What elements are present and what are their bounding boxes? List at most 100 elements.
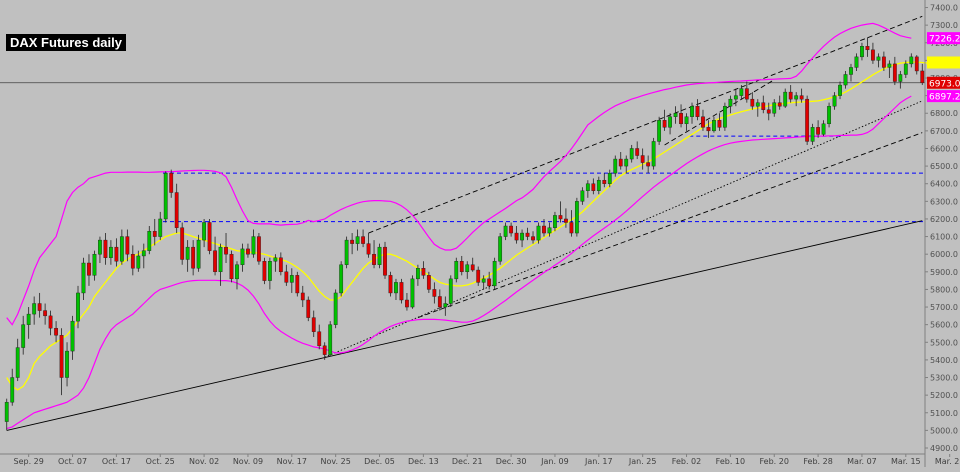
- candle-body: [821, 123, 826, 135]
- candle-body: [849, 67, 853, 75]
- x-tick-label: Feb. 02: [672, 457, 701, 466]
- candle-body: [394, 282, 398, 294]
- candle-body: [443, 303, 448, 308]
- candle-body: [300, 292, 305, 301]
- candle-body: [251, 236, 256, 255]
- candle-body: [547, 227, 552, 234]
- x-tick-label: Mar. 23: [935, 457, 960, 466]
- y-tick-label: 6000.0: [930, 250, 958, 259]
- candle-body: [470, 264, 475, 271]
- candle-body: [865, 46, 870, 51]
- candle-body: [465, 264, 470, 273]
- price-labels: 7226.2 7088.1 6973.0 6897.2: [927, 32, 960, 103]
- candlestick-chart: 4900.0 5000.0 5100.0 5200.0 5300.0 5400.0 5500…: [0, 0, 960, 467]
- candle-body: [657, 120, 662, 142]
- candle-body: [109, 246, 113, 258]
- x-tick-label: Jan. 17: [584, 457, 613, 466]
- candle-body: [311, 317, 316, 332]
- candle-body: [114, 246, 119, 262]
- x-tick-label: Oct. 25: [146, 457, 175, 466]
- candle-body: [679, 113, 683, 125]
- candle-body: [602, 179, 607, 184]
- candle-body: [509, 225, 513, 234]
- chart-stage: 4900.0 5000.0 5100.0 5200.0 5300.0 5400.0 5500…: [0, 0, 960, 467]
- candle-body: [574, 201, 579, 234]
- candle-body: [37, 303, 42, 311]
- candle-body: [673, 113, 678, 117]
- candle-body: [426, 275, 431, 290]
- candle-body: [257, 236, 261, 262]
- candle-body: [141, 250, 146, 257]
- candle-body: [810, 127, 815, 142]
- candle-body: [591, 183, 596, 191]
- x-tick-label: Sep. 29: [13, 457, 43, 466]
- candle-body: [914, 56, 919, 72]
- y-tick-label: 5900.0: [930, 268, 958, 277]
- candle-body: [432, 289, 437, 297]
- y-tick-label: 7400.0: [930, 4, 958, 13]
- candle-body: [87, 262, 91, 276]
- plot-background: [0, 0, 960, 467]
- x-tick-label: Nov. 02: [189, 457, 219, 466]
- candle-body: [728, 98, 733, 107]
- candle-body: [646, 162, 651, 167]
- candle-body: [448, 278, 453, 304]
- candle-body: [355, 236, 360, 244]
- candle-body: [388, 275, 393, 294]
- candle-body: [525, 232, 530, 237]
- candle-body: [487, 278, 492, 287]
- y-tick-label: 5600.0: [930, 321, 958, 330]
- candle-body: [558, 215, 563, 220]
- candle-body: [350, 239, 355, 244]
- candle-body: [596, 179, 601, 191]
- candle-body: [262, 261, 267, 281]
- y-tick-label: 5100.0: [930, 409, 958, 418]
- candle-body: [640, 155, 645, 163]
- candle-body: [794, 95, 799, 100]
- x-tick-label: Jan. 25: [628, 457, 657, 466]
- candle-body: [618, 158, 623, 167]
- candle-body: [892, 63, 897, 82]
- candle-body: [668, 116, 672, 128]
- candle-body: [437, 296, 442, 308]
- candle-body: [843, 74, 848, 86]
- candle-body: [43, 310, 48, 317]
- candle-body: [361, 236, 365, 244]
- candle-body: [481, 278, 486, 283]
- y-tick-label: 6700.0: [930, 127, 958, 136]
- candle-body: [662, 120, 667, 128]
- y-tick-label: 7300.0: [930, 21, 958, 30]
- x-tick-label: Dec. 13: [408, 457, 439, 466]
- candle-body: [405, 299, 409, 308]
- candle-body: [454, 261, 459, 280]
- candle-body: [224, 246, 228, 255]
- candle-body: [207, 222, 212, 251]
- candle-body: [333, 292, 338, 325]
- x-tick-label: Oct. 17: [102, 457, 131, 466]
- candle-body: [744, 88, 749, 100]
- candle-body: [59, 335, 64, 378]
- candle-body: [492, 261, 497, 287]
- candle-body: [240, 248, 245, 265]
- candle-body: [585, 183, 590, 191]
- y-tick-label: 5400.0: [930, 356, 958, 365]
- candle-body: [607, 172, 612, 184]
- candle-body: [65, 350, 69, 378]
- candle-body: [246, 248, 250, 255]
- x-tick-label: Feb. 28: [803, 457, 832, 466]
- candle-body: [580, 190, 585, 202]
- y-tick-label: 5500.0: [930, 338, 958, 347]
- candle-body: [70, 320, 75, 352]
- ma-value: 7088.1: [929, 59, 960, 69]
- candle-body: [695, 105, 700, 117]
- candle-body: [169, 172, 174, 193]
- candle-body: [766, 109, 771, 114]
- candle-body: [81, 262, 86, 294]
- y-tick-label: 5300.0: [930, 374, 958, 383]
- x-tick-label: Nov. 25: [321, 457, 351, 466]
- candle-body: [531, 236, 535, 241]
- candle-body: [569, 222, 574, 234]
- candle-body: [816, 127, 820, 135]
- candle-body: [289, 275, 294, 283]
- candle-body: [761, 102, 766, 110]
